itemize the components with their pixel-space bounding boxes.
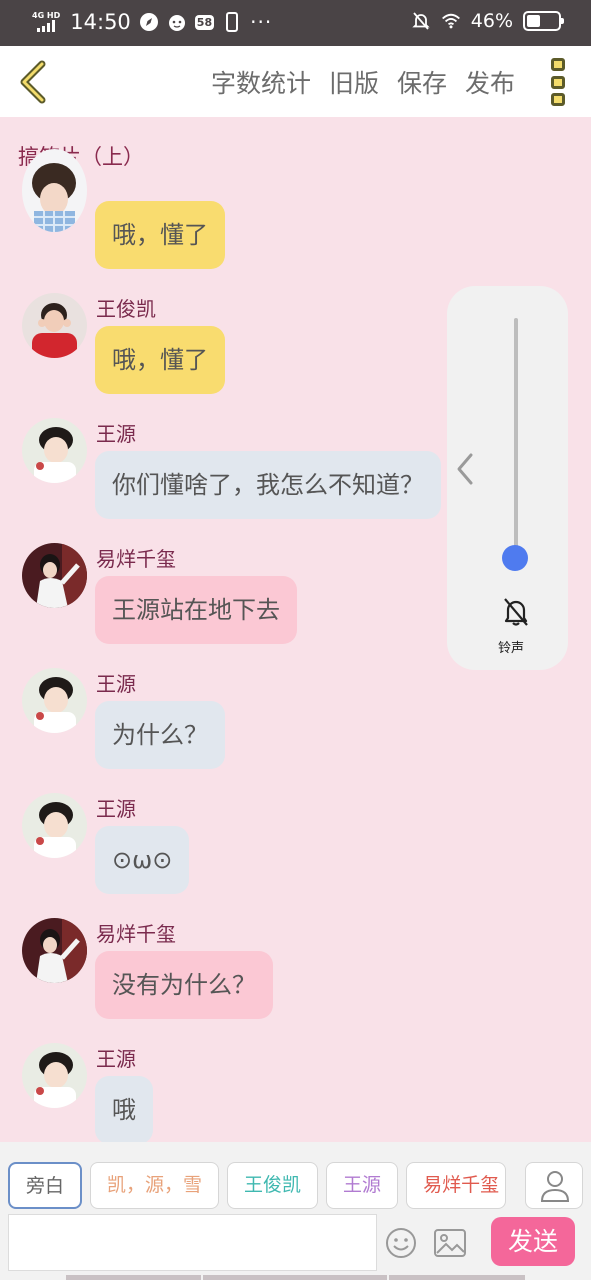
sender-name: 易烊千玺: [96, 922, 176, 946]
status-bar: 4G HD 14:50 58 ··· 46%: [0, 0, 591, 46]
sender-name: 王源: [96, 797, 136, 821]
sender-name: 王源: [96, 672, 136, 696]
role-wangyuan[interactable]: 王源: [326, 1162, 399, 1209]
phone-icon: [222, 12, 242, 32]
network-label: 4G HD: [32, 11, 61, 20]
send-button[interactable]: 发送: [491, 1217, 575, 1266]
battery-icon: [523, 11, 564, 31]
clock: 14:50: [70, 10, 131, 34]
message-bubble[interactable]: 哦，懂了: [95, 326, 225, 394]
baby-face-icon: [167, 12, 187, 32]
message-bubble[interactable]: 为什么？: [95, 701, 225, 769]
volume-slider-track[interactable]: [514, 318, 518, 558]
old-version-button[interactable]: 旧版: [329, 64, 379, 100]
image-icon[interactable]: [433, 1228, 467, 1258]
nav-gesture-bar: [389, 1275, 525, 1280]
sender-name: 王俊凯: [96, 297, 156, 321]
sender-name: 易烊千玺: [96, 547, 176, 571]
more-menu-icon[interactable]: [551, 58, 565, 106]
nav-gesture-bar: [203, 1275, 387, 1280]
sender-name: 王源: [96, 422, 136, 446]
back-arrow-icon[interactable]: [14, 60, 54, 104]
compass-icon: [139, 12, 159, 32]
publish-button[interactable]: 发布: [465, 64, 515, 100]
message-bubble[interactable]: 王源站在地下去: [95, 576, 297, 644]
role-yiyangqianxi[interactable]: 易烊千玺: [406, 1162, 507, 1209]
message-input[interactable]: [8, 1214, 377, 1271]
battery-percent: 46%: [470, 10, 513, 32]
message-bubble[interactable]: 哦，懂了: [95, 201, 225, 269]
wangyuan-avatar[interactable]: [22, 668, 87, 733]
yiyangqianxi-avatar[interactable]: [22, 918, 87, 983]
nav-gesture-bar: [66, 1275, 201, 1280]
chevron-left-icon[interactable]: [455, 452, 475, 486]
role-selector: 旁白 凯，源，雪 王俊凯 王源 易烊千玺: [8, 1162, 507, 1209]
role-narrator[interactable]: 旁白: [8, 1162, 83, 1209]
notification-badge: 58: [194, 14, 215, 30]
message-bubble[interactable]: 没有为什么？: [95, 951, 273, 1019]
yiyangqianxi-avatar[interactable]: [22, 543, 87, 608]
wangyuan-avatar[interactable]: [22, 793, 87, 858]
user-icon[interactable]: [525, 1162, 583, 1209]
wangyuan-avatar[interactable]: [22, 418, 87, 483]
composer-bar: 旁白 凯，源，雪 王俊凯 王源 易烊千玺 发送: [0, 1142, 591, 1280]
message-bubble[interactable]: ⊙ω⊙: [95, 826, 190, 894]
girl-avatar[interactable]: [22, 149, 87, 232]
message-bubble[interactable]: 你们懂啥了，我怎么不知道？: [95, 451, 441, 519]
wangjunkai-avatar[interactable]: [22, 293, 87, 358]
role-wangjunkai[interactable]: 王俊凯: [227, 1162, 319, 1209]
sender-name: 王源: [96, 1047, 136, 1071]
save-button[interactable]: 保存: [397, 64, 447, 100]
app-header: 字数统计 旧版 保存 发布: [0, 46, 591, 117]
word-count-button[interactable]: 字数统计: [211, 64, 311, 100]
wangyuan-avatar[interactable]: [22, 1043, 87, 1108]
ringer-label: 铃声: [498, 641, 525, 656]
message-bubble[interactable]: 哦: [95, 1076, 153, 1142]
more-notifications-icon: ···: [250, 10, 273, 34]
volume-slider-knob[interactable]: [502, 545, 528, 571]
wifi-icon: [441, 11, 461, 31]
emoji-icon[interactable]: [385, 1227, 417, 1259]
mute-bell-icon: [411, 11, 431, 31]
role-group[interactable]: 凯，源，雪: [90, 1162, 220, 1209]
signal-icon: 4G HD: [32, 12, 60, 32]
ringer-mute-icon[interactable]: [501, 596, 531, 628]
